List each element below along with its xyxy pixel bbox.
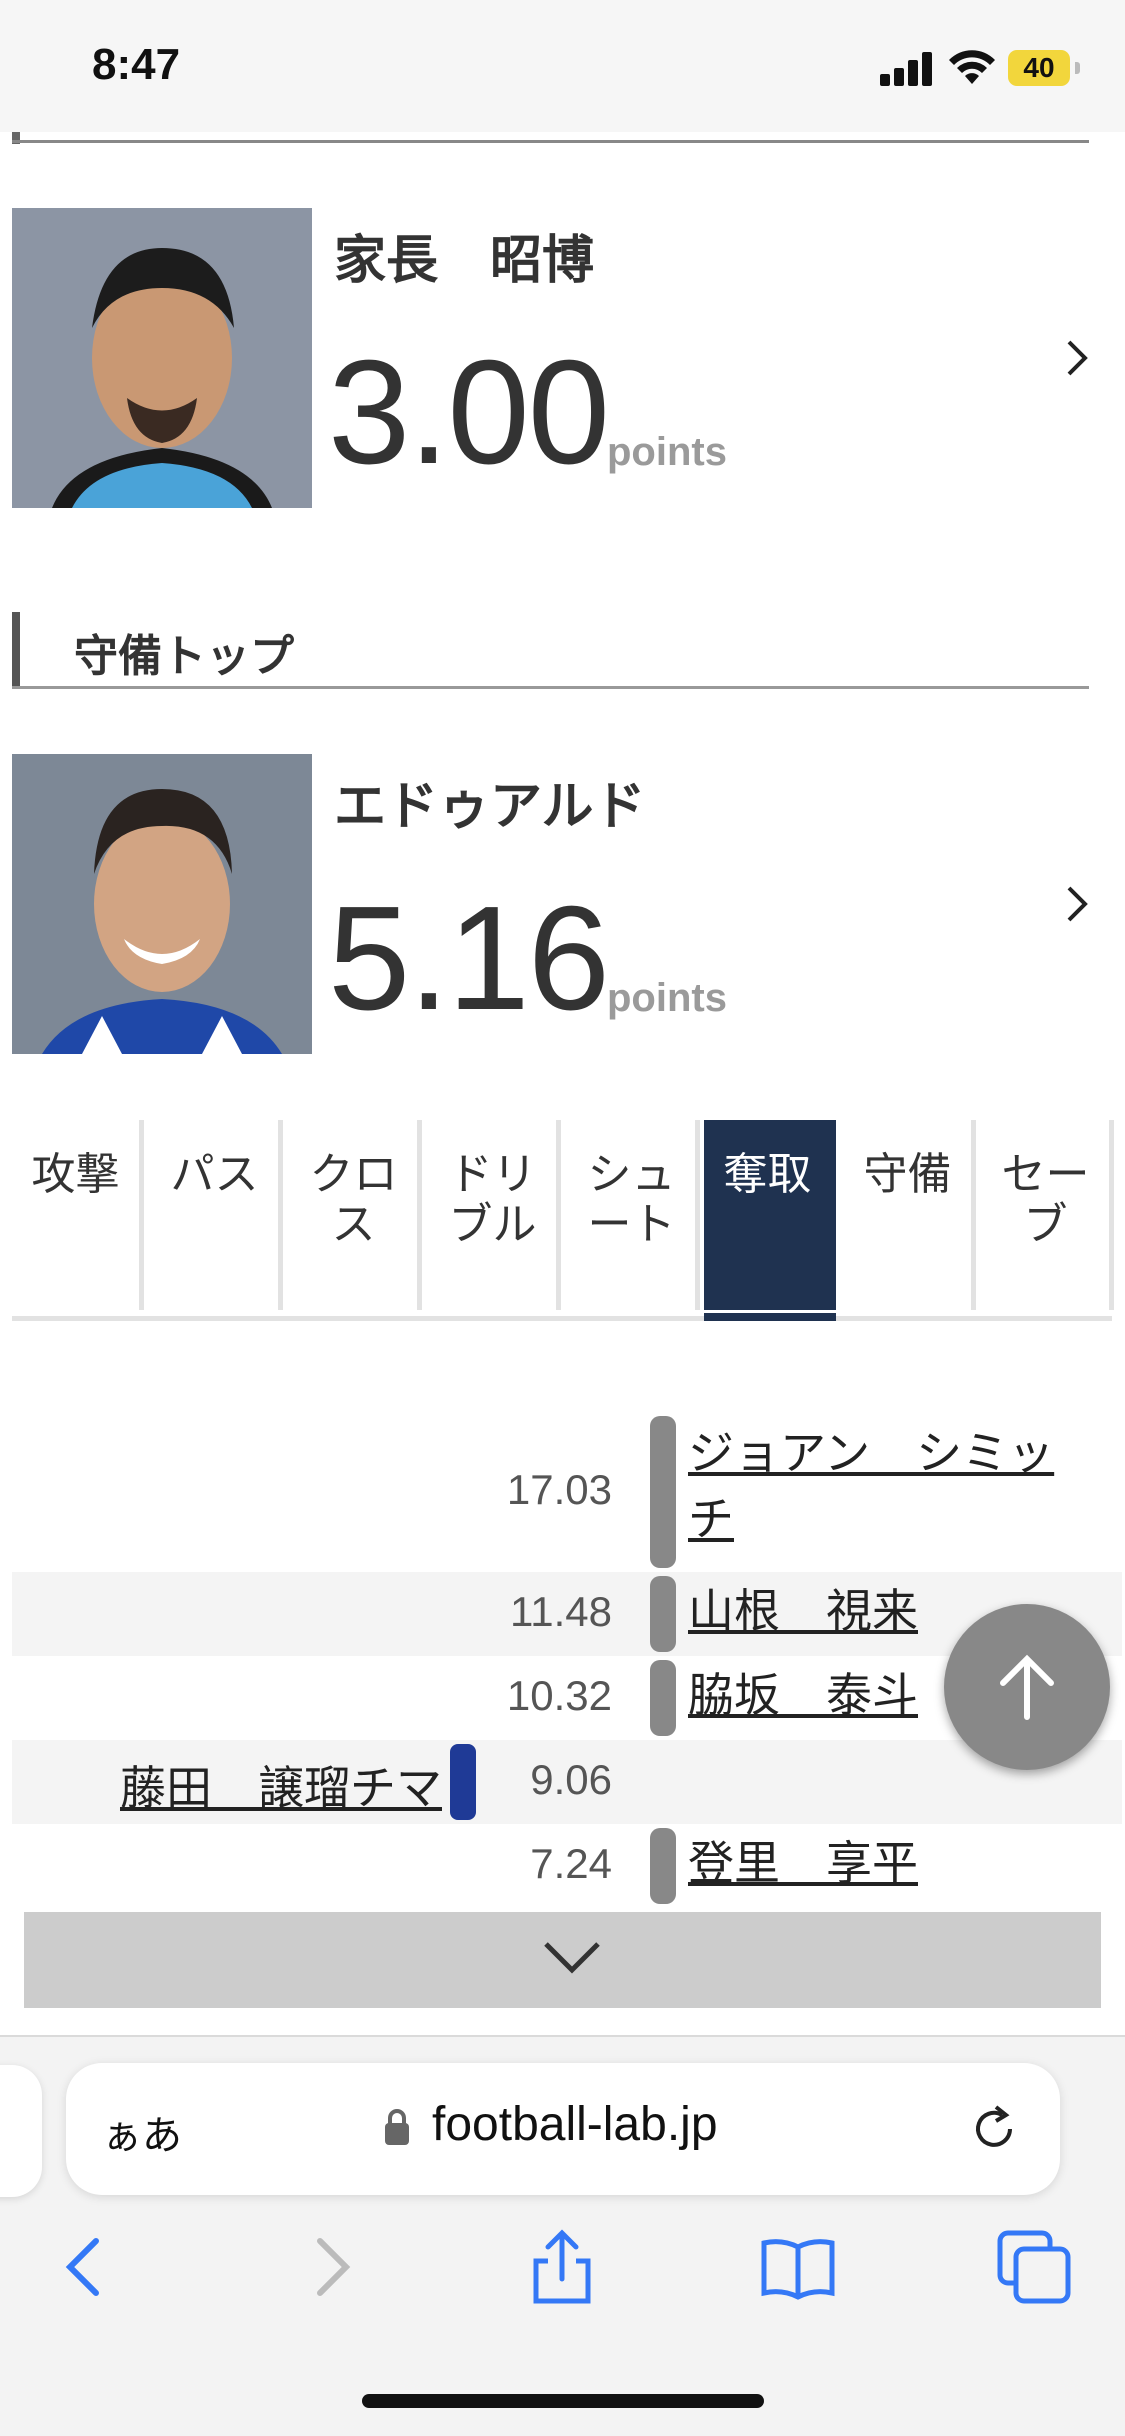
ranking-bar xyxy=(650,1828,676,1904)
status-time: 8:47 xyxy=(92,40,181,89)
player-photo xyxy=(12,754,312,1054)
bookmarks-icon[interactable] xyxy=(758,2227,838,2307)
tabs-icon[interactable] xyxy=(994,2227,1074,2307)
tab-interception[interactable]: 奪取 xyxy=(704,1120,836,1310)
points-label: points xyxy=(607,976,727,1020)
ranking-value: 7.24 xyxy=(530,1840,612,1887)
player-link[interactable]: 脇坂 泰斗 xyxy=(688,1662,918,1728)
points-label: points xyxy=(607,430,727,474)
tab-defense[interactable]: 守備 xyxy=(844,1120,976,1310)
tab-save[interactable]: セー ブ xyxy=(982,1120,1114,1310)
player-link[interactable]: 山根 視来 xyxy=(688,1578,918,1644)
ranking-row: 7.24 登里 享平 xyxy=(12,1824,1122,1908)
tab-label: パス xyxy=(170,1149,259,1200)
section-divider xyxy=(12,140,1089,143)
page-settings-button[interactable]: ぁあ xyxy=(102,2103,182,2161)
player-link[interactable]: 藤田 譲瑠チマ xyxy=(120,1752,442,1818)
tab-cross[interactable]: クロ ス xyxy=(290,1120,422,1310)
battery-level: 40 xyxy=(1023,52,1055,83)
show-more-button[interactable] xyxy=(24,1912,1101,2008)
chevron-down-icon xyxy=(544,1942,600,1974)
ranking-row: 藤田 譲瑠チマ 9.06 xyxy=(12,1740,1122,1824)
signal-icon xyxy=(880,50,936,86)
ranking-bar xyxy=(650,1576,676,1652)
ranking-bar xyxy=(650,1416,676,1568)
tab-dribble[interactable]: ドリ ブル xyxy=(429,1120,561,1310)
tab-label: クロ ス xyxy=(309,1149,398,1250)
player-points: 5.16 xyxy=(328,876,610,1041)
ranking-value: 11.48 xyxy=(510,1588,612,1635)
scroll-top-button[interactable] xyxy=(944,1604,1110,1770)
tab-shoot[interactable]: シュ ート xyxy=(568,1120,700,1310)
tab-attack[interactable]: 攻撃 xyxy=(12,1120,144,1310)
ranking-value: 9.06 xyxy=(530,1756,612,1803)
arrow-up-icon xyxy=(1000,1654,1054,1720)
reload-icon[interactable] xyxy=(966,2101,1022,2157)
tab-pass[interactable]: パス xyxy=(151,1120,283,1310)
ranking-bar xyxy=(650,1660,676,1736)
home-indicator[interactable] xyxy=(362,2394,764,2408)
share-icon[interactable] xyxy=(522,2227,602,2307)
tab-label: 奪取 xyxy=(723,1149,812,1200)
battery-icon: 40 xyxy=(1008,50,1080,86)
player-link[interactable]: ジョアン シミッ チ xyxy=(688,1420,1054,1552)
tab-label: シュ ート xyxy=(587,1149,676,1250)
url-text[interactable]: football-lab.jp xyxy=(432,2097,718,2152)
section-header: 守備トップ xyxy=(12,612,1089,690)
section-title: 守備トップ xyxy=(74,631,294,682)
player-name[interactable]: エドゥアルド xyxy=(334,764,645,839)
lock-icon xyxy=(385,2109,409,2145)
active-tab-indicator xyxy=(704,1313,836,1321)
wifi-icon xyxy=(949,50,995,84)
player-photo xyxy=(12,208,312,508)
forward-icon[interactable] xyxy=(290,2227,370,2307)
player-card[interactable]: エドゥアルド 5.16 points xyxy=(12,754,1112,1054)
category-tabs: 攻撃 パス クロ ス ドリ ブル シュ ート 奪取 守備 セー ブ xyxy=(12,1120,1114,1330)
player-points: 3.00 xyxy=(328,330,610,495)
chevron-right-icon[interactable] xyxy=(1057,884,1097,924)
ranking-value: 17.03 xyxy=(506,1466,612,1513)
player-link[interactable]: 登里 享平 xyxy=(688,1830,918,1896)
player-name[interactable]: 家長 昭博 xyxy=(334,218,594,293)
previous-tab-preview[interactable] xyxy=(0,2065,42,2197)
tab-label: 守備 xyxy=(863,1149,952,1200)
back-icon[interactable] xyxy=(46,2227,126,2307)
chevron-right-icon[interactable] xyxy=(1057,338,1097,378)
status-bar: 8:47 40 xyxy=(0,0,1125,132)
player-card[interactable]: 家長 昭博 3.00 points xyxy=(12,208,1112,508)
ranking-row: 17.03 ジョアン シミッ チ xyxy=(12,1410,1122,1572)
ranking-value: 10.32 xyxy=(506,1672,612,1719)
address-bar[interactable]: ぁあ football-lab.jp xyxy=(66,2063,1060,2195)
tab-label: ドリ ブル xyxy=(448,1149,537,1250)
tab-label: セー ブ xyxy=(1001,1149,1090,1250)
tab-label: 攻撃 xyxy=(31,1149,120,1200)
browser-toolbar: ぁあ football-lab.jp xyxy=(0,2035,1125,2436)
